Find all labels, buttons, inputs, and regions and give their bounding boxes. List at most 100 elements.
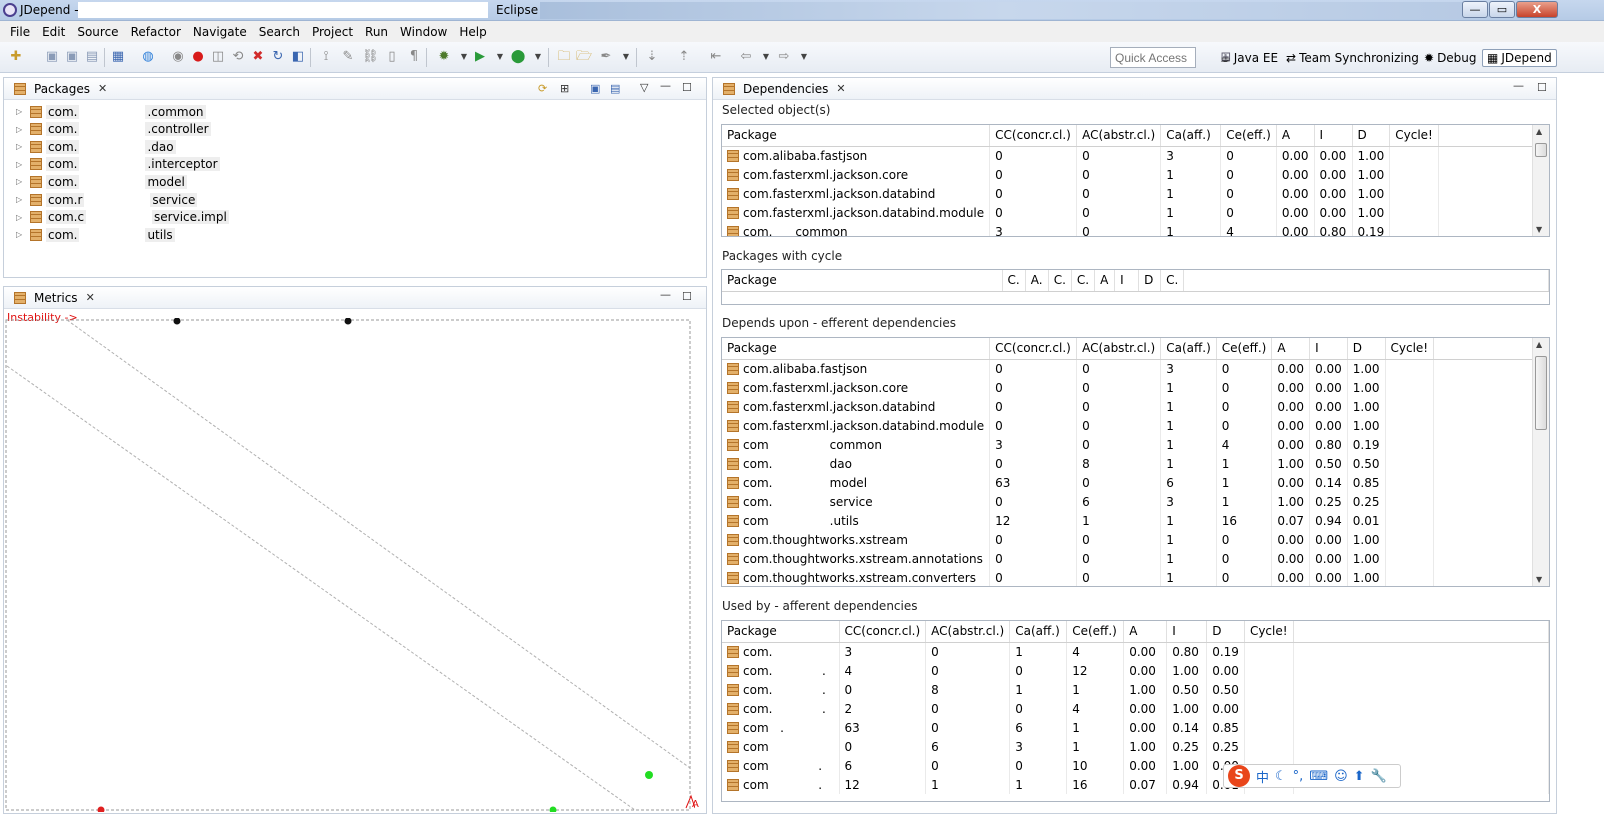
- chevron-down-icon[interactable]: ▼: [492, 49, 508, 65]
- column-header[interactable]: I: [1314, 125, 1353, 147]
- package-tree-item[interactable]: ▷ com. model: [16, 173, 187, 190]
- table-row[interactable]: com.alibaba.fastjson 0 0 3 0 0.00 0.00 1.00: [722, 146, 1549, 165]
- console-icon[interactable]: ▦: [110, 49, 126, 65]
- restore-button[interactable]: ▭: [1489, 1, 1515, 18]
- ime-toolbar[interactable]: S 中 ☾ °, ⌨ ☺ ⬆ 🔧: [1223, 764, 1401, 788]
- scroll-thumb[interactable]: [1535, 356, 1547, 430]
- expand-arrow-icon[interactable]: ▷: [16, 177, 26, 186]
- last-edit-icon[interactable]: ⇤: [708, 49, 724, 65]
- column-header[interactable]: AC(abstr.cl.): [1076, 125, 1162, 147]
- sync-icon[interactable]: ⟲: [230, 49, 246, 65]
- table-row[interactable]: com. . 0 8 1 1 1.00 0.50 0.50: [722, 680, 1549, 699]
- column-header[interactable]: D: [1206, 621, 1245, 643]
- maximize-icon[interactable]: ☐: [682, 290, 692, 303]
- moon-icon[interactable]: ☾: [1275, 769, 1287, 784]
- forward-icon[interactable]: ⇨: [776, 49, 792, 65]
- close-icon[interactable]: ✕: [836, 82, 845, 95]
- perspective-team-synchronizing[interactable]: ⇄ Team Synchronizing: [1282, 49, 1423, 67]
- table-row[interactable]: com. dao 0 8 1 1 1.00 0.50 0.50: [722, 454, 1549, 473]
- column-header[interactable]: C.: [1002, 270, 1026, 292]
- table-row[interactable]: com. 3 0 1 4 0.00 0.80 0.19: [722, 642, 1549, 661]
- quick-access-input[interactable]: [1110, 47, 1196, 68]
- link-icon[interactable]: ⛓: [362, 49, 379, 65]
- column-header[interactable]: D: [1347, 338, 1386, 360]
- save-icon[interactable]: ▣: [44, 49, 60, 65]
- new-icon[interactable]: ✚: [8, 49, 24, 65]
- expand-arrow-icon[interactable]: ▷: [16, 125, 26, 134]
- table-row[interactable]: com. service 0 6 3 1 1.00 0.25 0.25: [722, 492, 1549, 511]
- menu-navigate[interactable]: Navigate: [187, 25, 253, 39]
- close-icon[interactable]: ✕: [98, 82, 107, 95]
- user-icon[interactable]: ☺: [1334, 769, 1348, 784]
- minimize-button[interactable]: —: [1462, 1, 1488, 18]
- column-header[interactable]: Ca(aff.): [1160, 125, 1222, 147]
- chevron-down-icon[interactable]: ▼: [456, 49, 472, 65]
- column-header[interactable]: CC(concr.cl.): [989, 125, 1078, 147]
- expand-arrow-icon[interactable]: ▷: [16, 230, 26, 239]
- column-header[interactable]: A: [1271, 338, 1311, 360]
- column-header[interactable]: Ce(eff.): [1220, 125, 1277, 147]
- debug-run-icon[interactable]: ✹: [436, 49, 452, 65]
- pen-icon[interactable]: ✒: [598, 49, 614, 65]
- publish-icon[interactable]: ◫: [210, 49, 226, 65]
- table-row[interactable]: com.fasterxml.jackson.databind.module 0 0 1…: [722, 416, 1549, 435]
- column-header[interactable]: A: [1123, 621, 1168, 643]
- package-tree-item[interactable]: ▷ com. .dao: [16, 138, 176, 155]
- table-row[interactable]: com.alibaba.fastjson 0 0 3 0 0.00 0.00 1.00: [722, 359, 1549, 378]
- scroll-down-icon[interactable]: ▼: [1536, 575, 1542, 584]
- column-header[interactable]: I: [1166, 621, 1208, 643]
- punctuation-icon[interactable]: °,: [1293, 769, 1304, 784]
- perspective-java-ee[interactable]: ☕ Java EE: [1216, 49, 1282, 67]
- table-row[interactable]: com.fasterxml.jackson.databind 0 0 1 0 0.00 0.…: [722, 397, 1549, 416]
- table-row[interactable]: com common 3 0 1 4 0.00 0.80 0.19: [722, 435, 1549, 454]
- perspective-debug[interactable]: ✹ Debug: [1420, 49, 1481, 67]
- menu-window[interactable]: Window: [394, 25, 453, 39]
- stop-icon[interactable]: ●: [190, 49, 206, 65]
- menu-project[interactable]: Project: [306, 25, 359, 39]
- view-menu-icon[interactable]: ▽: [640, 81, 648, 94]
- column-header[interactable]: A: [1094, 270, 1116, 292]
- column-header[interactable]: C.: [1160, 270, 1185, 292]
- package-point[interactable]: [173, 318, 181, 325]
- column-header[interactable]: A: [1276, 125, 1315, 147]
- minimize-icon[interactable]: —: [660, 79, 671, 92]
- table-row[interactable]: com.fasterxml.jackson.databind 0 0 1 0 0.00 0.…: [722, 184, 1549, 203]
- column-header[interactable]: A.: [1025, 270, 1049, 292]
- maximize-icon[interactable]: ☐: [682, 81, 692, 94]
- open-folder-icon[interactable]: 🗀: [556, 49, 572, 65]
- column-header[interactable]: Ce(eff.): [1066, 621, 1125, 643]
- minimize-icon[interactable]: —: [660, 288, 671, 301]
- expand-arrow-icon[interactable]: ▷: [16, 195, 26, 204]
- table-row[interactable]: com. . 2 0 0 4 0.00 1.00 0.00: [722, 699, 1549, 718]
- close-icon[interactable]: ✕: [86, 291, 95, 304]
- chevron-down-icon[interactable]: ▼: [618, 49, 634, 65]
- perspective-jdepend[interactable]: ▦ JDepend: [1482, 49, 1557, 67]
- scroll-up-icon[interactable]: ▲: [1536, 127, 1542, 136]
- column-header[interactable]: Package: [722, 125, 991, 147]
- table-row[interactable]: com. common 3 0 1 4 0.00 0.80 0.19: [722, 222, 1549, 236]
- column-header[interactable]: AC(abstr.cl.): [925, 621, 1011, 643]
- column-header[interactable]: Package: [722, 338, 991, 360]
- book-icon[interactable]: ▯: [384, 49, 400, 65]
- vertical-scrollbar[interactable]: ▲ ▼: [1532, 338, 1549, 586]
- chevron-down-icon[interactable]: ▼: [796, 49, 812, 65]
- shirt-icon[interactable]: ⬆: [1354, 769, 1365, 784]
- console-icon[interactable]: ▣: [590, 82, 600, 95]
- next-annotation-icon[interactable]: ⇣: [644, 49, 660, 65]
- package-tree-item[interactable]: ▷ com. .common: [16, 103, 206, 120]
- package-tree-item[interactable]: ▷ com.c service.impl: [16, 209, 229, 226]
- table-row[interactable]: com.fasterxml.jackson.core 0 0 1 0 0.00 0.00 1.…: [722, 165, 1549, 184]
- table-row[interactable]: com. model 63 0 6 1 0.00 0.14 0.85: [722, 473, 1549, 492]
- hierarchy-icon[interactable]: ⟟: [318, 49, 334, 65]
- ime-mode-label[interactable]: 中: [1256, 767, 1269, 786]
- package-point[interactable]: [97, 806, 105, 813]
- scroll-thumb[interactable]: [1535, 143, 1547, 157]
- column-header[interactable]: AC(abstr.cl.): [1076, 338, 1162, 360]
- layout-icon[interactable]: ⊞: [560, 82, 569, 95]
- back-icon[interactable]: ⇦: [738, 49, 754, 65]
- table-row[interactable]: com.thoughtworks.xstream 0 0 1 0 0.00 0.00 1.00: [722, 530, 1549, 549]
- table-row[interactable]: com.thoughtworks.xstream.annotations 0 0 1 0…: [722, 549, 1549, 568]
- menu-file[interactable]: File: [4, 25, 36, 39]
- brush-icon[interactable]: ✎: [340, 49, 356, 65]
- package-point[interactable]: [549, 806, 557, 813]
